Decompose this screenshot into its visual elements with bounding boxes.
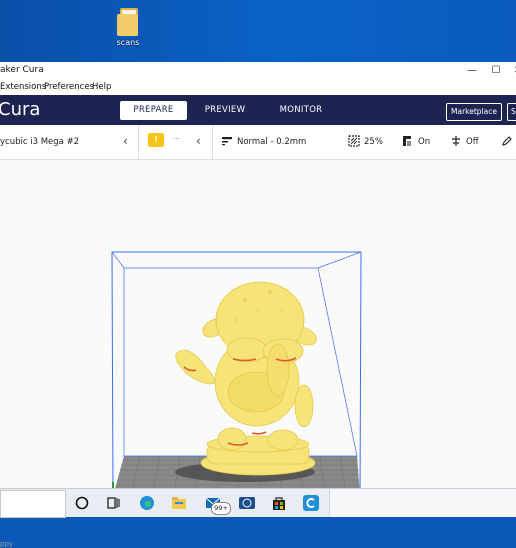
- maximize-button[interactable]: ☐: [484, 63, 508, 79]
- taskbar-search-box[interactable]: [0, 490, 66, 518]
- chevron-left-icon[interactable]: ‹: [123, 134, 128, 148]
- profile-label[interactable]: Normal - 0.2mm: [237, 137, 306, 147]
- minimize-button[interactable]: —: [460, 63, 484, 79]
- window-title: aker Cura: [0, 65, 44, 75]
- app-header: Cura PREPARE PREVIEW MONITOR Marketplace…: [0, 95, 516, 125]
- file-explorer-icon[interactable]: [170, 494, 188, 512]
- model-tail: [294, 384, 314, 428]
- menu-extensions[interactable]: Extensions: [0, 82, 46, 92]
- more-options-icon[interactable]: ···: [173, 135, 180, 143]
- print-toolbar: ycubic i3 Mega #2 ‹ ! ··· ‹ Normal - 0.2…: [0, 125, 516, 160]
- character-model[interactable]: [175, 281, 319, 476]
- close-button[interactable]: ✕: [506, 63, 516, 79]
- cura-window: aker Cura — ☐ ✕ Extensions Preferences H…: [0, 62, 516, 548]
- cortana-icon[interactable]: [73, 494, 91, 512]
- tab-prepare[interactable]: PREPARE: [120, 101, 187, 120]
- adhesion-value[interactable]: Off: [466, 137, 479, 147]
- 3d-viewport[interactable]: ppy: [0, 160, 516, 548]
- tab-monitor[interactable]: MONITOR: [270, 101, 332, 120]
- support-value[interactable]: On: [418, 137, 430, 147]
- task-view-icon[interactable]: [104, 494, 122, 512]
- marketplace-button[interactable]: Marketplace: [446, 103, 502, 121]
- model-foot-right: [267, 429, 299, 451]
- model-snout-left: [226, 337, 268, 363]
- title-bar: aker Cura — ☐ ✕: [0, 62, 516, 81]
- model-foot-left: [217, 427, 247, 451]
- edge-browser-icon[interactable]: [138, 494, 156, 512]
- viewport-footer-text: ppy: [0, 540, 14, 548]
- warning-icon[interactable]: !: [148, 133, 164, 147]
- model-arm-right: [266, 343, 290, 397]
- menu-help[interactable]: Help: [92, 82, 111, 92]
- printer-selector[interactable]: ycubic i3 Mega #2: [0, 137, 79, 147]
- folder-icon: [117, 8, 139, 36]
- desktop: scans: [0, 0, 516, 62]
- mail-unread-badge: 99+: [211, 502, 231, 515]
- tab-preview[interactable]: PREVIEW: [196, 101, 254, 120]
- cura-app-icon[interactable]: [302, 494, 320, 512]
- infill-icon: [348, 135, 360, 147]
- app-logo: Cura: [0, 99, 41, 120]
- desktop-icon-label: scans: [116, 38, 140, 47]
- model-arm-left: [175, 349, 216, 385]
- desktop-icon-scans[interactable]: scans: [111, 8, 145, 47]
- windows-taskbar: 99+: [0, 488, 516, 518]
- dell-icon[interactable]: [238, 494, 256, 512]
- menu-bar: Extensions Preferences Help: [0, 81, 516, 95]
- support-icon: [403, 136, 411, 146]
- infill-value[interactable]: 25%: [364, 137, 383, 147]
- edit-pencil-icon[interactable]: [501, 135, 513, 147]
- profile-icon: [222, 137, 232, 146]
- collapse-chevron-icon[interactable]: ‹: [196, 134, 201, 148]
- menu-preferences[interactable]: Preferences: [44, 82, 94, 92]
- adhesion-icon: [452, 136, 460, 146]
- taskbar-notification-area: [329, 489, 516, 517]
- signin-button[interactable]: S: [507, 103, 516, 121]
- store-icon[interactable]: [270, 494, 288, 512]
- build-volume-scene[interactable]: [0, 160, 516, 488]
